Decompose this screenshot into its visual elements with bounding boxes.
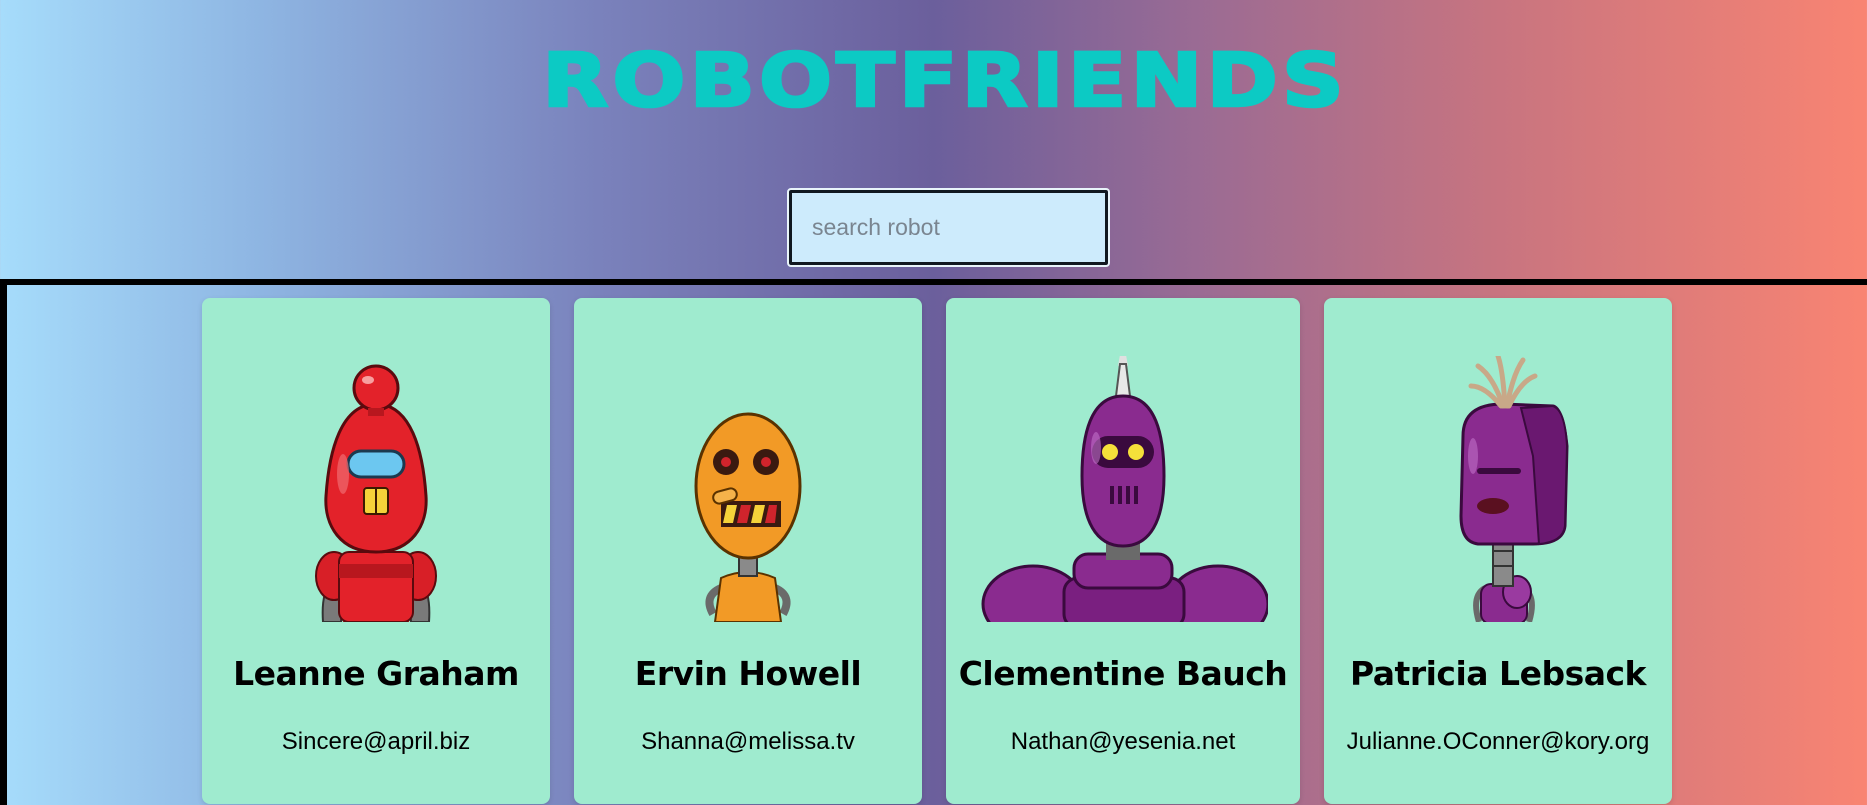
robot-email: Shanna@melissa.tv xyxy=(641,728,855,755)
robot-card[interactable]: Ervin Howell Shanna@melissa.tv xyxy=(574,298,922,804)
robot-card[interactable]: Clementine Bauch Nathan@yesenia.net xyxy=(946,298,1300,804)
robot-name: Patricia Lebsack xyxy=(1349,654,1647,693)
robot-avatar xyxy=(603,356,893,622)
robot-name: Ervin Howell xyxy=(634,654,862,693)
robot-avatar xyxy=(978,356,1268,622)
robot-card-list: Leanne Graham Sincere@april.biz Ervin Ho… xyxy=(0,298,1867,805)
header-divider xyxy=(0,279,1867,285)
robot-email: Nathan@yesenia.net xyxy=(1010,728,1236,755)
robot-card[interactable]: Patricia Lebsack Julianne.OConner@kory.o… xyxy=(1324,298,1672,804)
robot-card[interactable]: Leanne Graham Sincere@april.biz xyxy=(202,298,550,804)
app-title: ROBOTFRIENDS xyxy=(541,37,1348,126)
robot-email: Sincere@april.biz xyxy=(281,728,471,755)
robot-avatar xyxy=(1353,356,1643,622)
search-input[interactable] xyxy=(787,188,1110,267)
robot-email: Julianne.OConner@kory.org xyxy=(1346,728,1650,755)
page-header: ROBOTFRIENDS xyxy=(0,0,1867,279)
robot-avatar xyxy=(231,356,521,622)
robot-name: Clementine Bauch xyxy=(958,654,1288,693)
robot-name: Leanne Graham xyxy=(233,654,519,693)
